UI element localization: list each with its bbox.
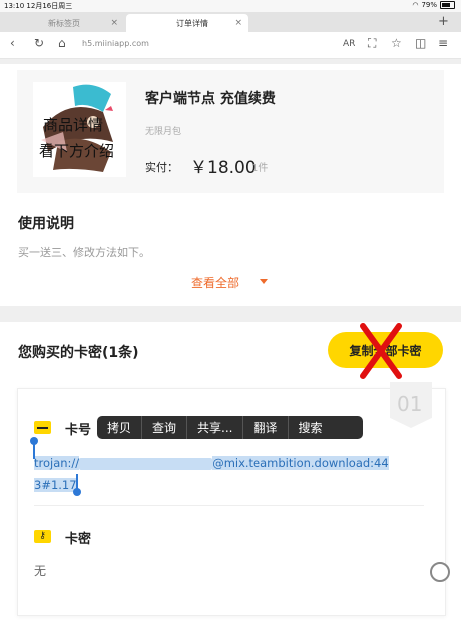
close-tab-icon[interactable]: × bbox=[234, 18, 242, 28]
selection-handle-start[interactable] bbox=[30, 437, 38, 459]
tab-new-tab[interactable]: 新标签页 × bbox=[0, 14, 124, 32]
tab-label: 订单详情 bbox=[176, 18, 208, 28]
menu-item-share[interactable]: 共享... bbox=[187, 416, 244, 439]
status-right: ◠ 79% bbox=[412, 1, 455, 9]
plus-icon[interactable]: + bbox=[438, 14, 449, 29]
menu-item-copy[interactable]: 拷贝 bbox=[97, 416, 143, 439]
card-value-suffix: @mix.teambition.download:44 bbox=[212, 456, 389, 470]
status-bar: 13:10 12月16日周三 ◠ 79% bbox=[0, 0, 461, 12]
status-time: 13:10 bbox=[4, 2, 25, 10]
status-time-date: 13:10 12月16日周三 bbox=[4, 1, 72, 11]
status-date: 12月16日周三 bbox=[26, 2, 73, 10]
home-icon[interactable]: ⌂ bbox=[58, 36, 66, 50]
product-thumbnail: 商品详情 看下方介绍 bbox=[33, 82, 126, 177]
redacted-block bbox=[79, 457, 213, 470]
divider bbox=[34, 505, 424, 506]
secret-label: 卡密 bbox=[65, 532, 92, 547]
battery-icon bbox=[440, 1, 455, 9]
card-icon bbox=[34, 421, 51, 434]
purchased-title: 您购买的卡密(1条) bbox=[18, 345, 139, 361]
menu-item-search[interactable]: 搜索 bbox=[289, 416, 333, 439]
card-value-prefix: trojan:// bbox=[34, 456, 80, 470]
back-icon[interactable]: ‹ bbox=[10, 36, 15, 50]
ar-icon[interactable]: AR bbox=[343, 39, 355, 49]
chevron-down-icon[interactable] bbox=[260, 279, 268, 284]
fullscreen-icon[interactable]: ⛶ bbox=[368, 36, 376, 51]
close-tab-icon[interactable]: × bbox=[110, 18, 118, 28]
thumbnail-caption-line1: 商品详情 bbox=[43, 116, 104, 134]
view-all-link[interactable]: 查看全部 bbox=[191, 274, 239, 291]
star-icon[interactable]: ☆ bbox=[391, 36, 402, 50]
context-menu: 拷贝 查询 共享... 翻译 搜索 bbox=[97, 416, 363, 439]
product-title: 客户端节点 充值续费 bbox=[145, 91, 276, 107]
key-icon: ⚷ bbox=[34, 530, 51, 543]
wifi-icon: ◠ bbox=[412, 1, 419, 9]
card-index-number: 01 bbox=[397, 392, 423, 416]
menu-item-lookup[interactable]: 查询 bbox=[142, 416, 188, 439]
thumbnail-caption-line2: 看下方介绍 bbox=[39, 142, 115, 160]
secret-value: 无 bbox=[34, 564, 47, 578]
product-subtitle: 无限月包 bbox=[145, 127, 182, 137]
card-number-value-line2[interactable]: 3#1.17 bbox=[34, 474, 77, 496]
assistive-touch-icon[interactable] bbox=[430, 562, 450, 582]
menu-icon[interactable]: ≡ bbox=[438, 36, 448, 50]
battery-percent: 79% bbox=[421, 1, 437, 9]
tab-label: 新标签页 bbox=[48, 18, 80, 28]
address-bar: ‹ ↻ ⌂ h5.miiniapp.com AR ⛶ ☆ ◫ ≡ bbox=[0, 32, 461, 59]
card-number-value[interactable]: trojan:// @mix.teambition.download:44 bbox=[34, 452, 427, 474]
tab-bar: 新标签页 × 订单详情 × bbox=[0, 12, 461, 32]
tab-order-detail[interactable]: 订单详情 × bbox=[126, 14, 248, 32]
red-x-mark bbox=[360, 323, 402, 379]
price-value: ￥18.00 bbox=[190, 158, 256, 178]
url-field[interactable]: h5.miiniapp.com bbox=[82, 39, 149, 48]
card-number-label: 卡号 bbox=[65, 423, 92, 438]
usage-title: 使用说明 bbox=[18, 216, 74, 232]
menu-item-translate[interactable]: 翻译 bbox=[243, 416, 289, 439]
card-value-line2: 3#1.17 bbox=[34, 478, 77, 492]
selection-handle-end[interactable] bbox=[73, 474, 81, 496]
price-label: 实付： bbox=[145, 161, 178, 174]
reload-icon[interactable]: ↻ bbox=[34, 36, 44, 50]
reader-icon[interactable]: ◫ bbox=[415, 36, 426, 50]
usage-text: 买一送三、修改方法如下。 bbox=[18, 246, 150, 259]
quantity: 1件 bbox=[252, 163, 269, 174]
